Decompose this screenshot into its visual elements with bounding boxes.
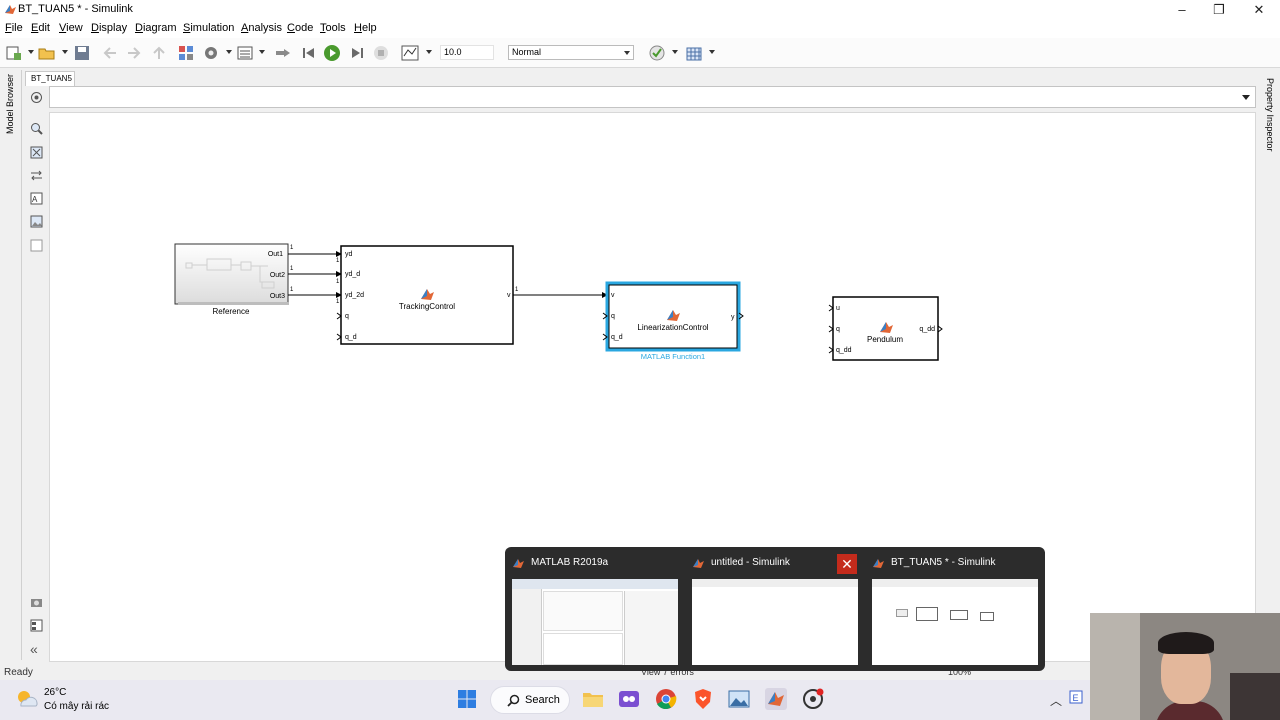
matlab-function1-caption[interactable]: MATLAB Function1 bbox=[641, 352, 705, 361]
weather-partly-cloudy-icon[interactable] bbox=[15, 688, 39, 710]
simulink-icon bbox=[873, 559, 884, 568]
linearization-control-label: LinearizationControl bbox=[637, 323, 708, 332]
taskbar-search[interactable]: Search bbox=[490, 686, 570, 714]
preview-thumbnail bbox=[872, 579, 1038, 665]
signal-line-v[interactable] bbox=[513, 292, 608, 298]
tracking-port-q-d: q_d bbox=[345, 334, 357, 341]
reference-block[interactable]: Out1 Out2 Out3 bbox=[174, 243, 289, 305]
pendulum-port-u: u bbox=[836, 305, 840, 312]
pendulum-block[interactable]: u q q_dd q_dd Pendulum bbox=[828, 296, 943, 361]
windows-start-icon[interactable] bbox=[456, 688, 478, 710]
pendulum-port-q-dd-in: q_dd bbox=[836, 347, 852, 354]
weather-temperature[interactable]: 26°C bbox=[44, 687, 66, 698]
reference-port-out2: Out2 bbox=[270, 272, 285, 279]
linearization-port-q-d: q_d bbox=[611, 334, 623, 341]
signal-dimension-label: 1 bbox=[290, 287, 294, 293]
linearization-port-q: q bbox=[611, 313, 615, 320]
weather-description[interactable]: Có mây rải rác bbox=[44, 701, 109, 712]
signal-dimension-label: 1 bbox=[515, 287, 519, 293]
close-preview-button[interactable]: ✕ bbox=[837, 554, 857, 574]
preview-title: MATLAB R2019a bbox=[531, 557, 609, 568]
signal-dimension-label: 1 bbox=[336, 299, 340, 305]
preview-title: BT_TUAN5 * - Simulink bbox=[891, 557, 996, 568]
linearization-control-block[interactable]: v q q_d y LinearizationControl bbox=[602, 281, 744, 352]
pendulum-port-q: q bbox=[836, 326, 840, 333]
matlab-icon bbox=[513, 559, 524, 568]
obs-recording-icon[interactable] bbox=[802, 688, 824, 710]
search-label: Search bbox=[525, 694, 560, 706]
svg-text:E: E bbox=[1073, 693, 1079, 703]
taskbar-preview-popup: MATLAB R2019a untitled - Simulink ✕ BT_T… bbox=[505, 547, 1045, 671]
file-explorer-icon[interactable] bbox=[582, 688, 604, 710]
chrome-icon[interactable] bbox=[655, 688, 677, 710]
simulink-icon bbox=[693, 559, 704, 568]
tracking-control-label: TrackingControl bbox=[399, 302, 455, 311]
reference-port-out1: Out1 bbox=[268, 251, 283, 258]
tracking-port-yd-2d: yd_2d bbox=[345, 292, 364, 299]
input-method-icon[interactable]: E bbox=[1069, 690, 1083, 704]
pendulum-port-q-dd-out: q_dd bbox=[919, 326, 935, 333]
reference-port-out3: Out3 bbox=[270, 293, 285, 300]
linearization-port-v: v bbox=[611, 292, 615, 299]
signal-dimension-label: 1 bbox=[336, 258, 340, 264]
reference-block-name: Reference bbox=[213, 307, 250, 316]
preview-thumbnail bbox=[512, 579, 678, 665]
tracking-port-q: q bbox=[345, 313, 349, 320]
copilot-app-icon[interactable] bbox=[618, 688, 640, 710]
signal-dimension-label: 1 bbox=[290, 245, 294, 251]
linearization-port-y: y bbox=[731, 314, 735, 321]
photos-app-icon[interactable] bbox=[728, 688, 750, 710]
status-ready: Ready bbox=[4, 667, 33, 678]
preview-untitled-simulink[interactable]: untitled - Simulink bbox=[685, 547, 861, 671]
windows-taskbar: 26°C Có mây rải rác Search ︿ E bbox=[0, 680, 1280, 720]
preview-matlab[interactable]: MATLAB R2019a bbox=[505, 547, 681, 671]
tracking-control-block[interactable]: yd yd_d yd_2d q q_d v TrackingControl bbox=[336, 245, 514, 345]
preview-thumbnail bbox=[692, 579, 858, 665]
tracking-port-v: v bbox=[507, 292, 511, 299]
show-hidden-icons-chevron-up-icon[interactable]: ︿ bbox=[1050, 692, 1062, 709]
webcam-overlay bbox=[1090, 613, 1280, 720]
pendulum-label: Pendulum bbox=[867, 335, 903, 344]
brave-browser-icon[interactable] bbox=[692, 688, 714, 710]
preview-bt-tuan5-simulink[interactable]: BT_TUAN5 * - Simulink bbox=[865, 547, 1041, 671]
signal-dimension-label: 1 bbox=[336, 279, 340, 285]
tracking-port-yd-d: yd_d bbox=[345, 271, 360, 278]
search-icon bbox=[507, 694, 520, 707]
matlab-taskbar-icon[interactable] bbox=[765, 688, 787, 710]
tracking-port-yd: yd bbox=[345, 251, 353, 258]
preview-title: untitled - Simulink bbox=[711, 557, 790, 568]
signal-dimension-label: 1 bbox=[290, 266, 294, 272]
signal-lines-reference-to-tracking[interactable] bbox=[288, 251, 342, 298]
